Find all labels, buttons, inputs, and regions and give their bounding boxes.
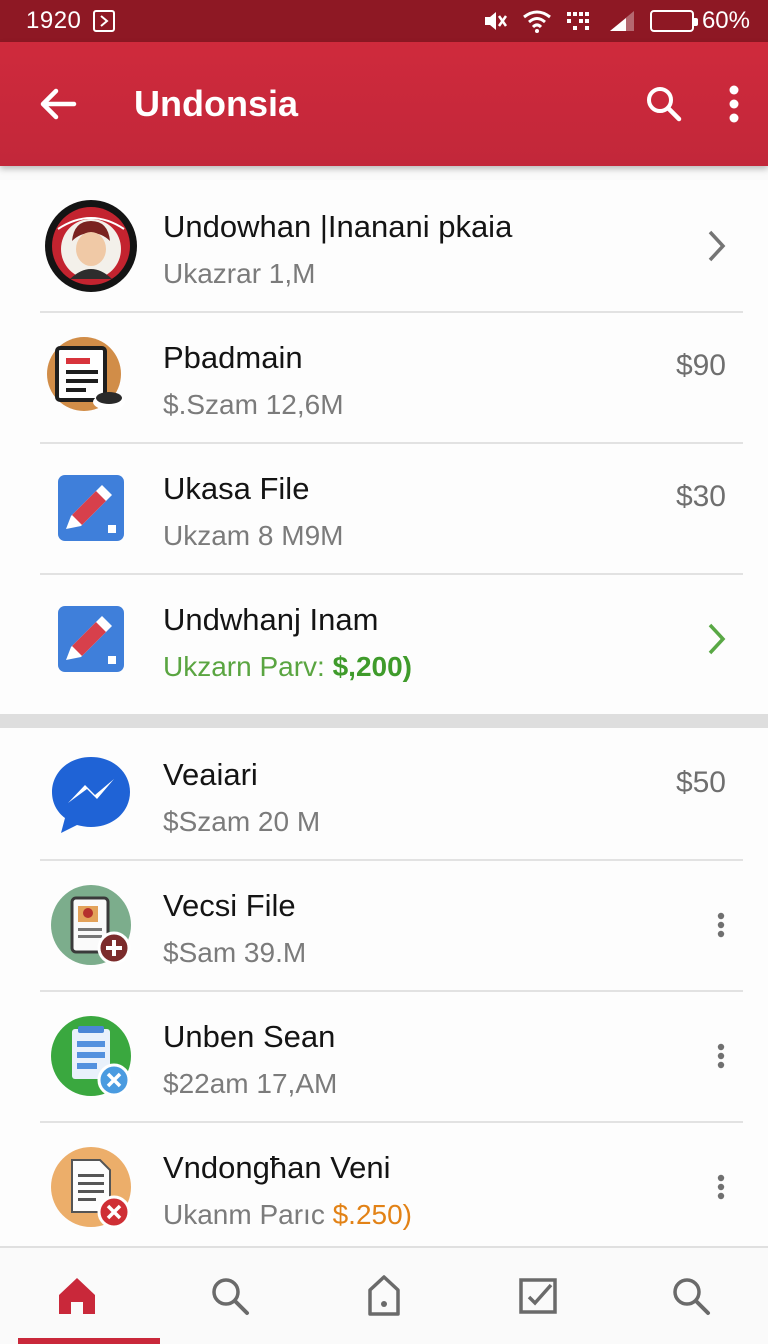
pen-file-icon [44, 592, 138, 686]
item-subtitle: Ukzarn Parv: $,200) [163, 649, 638, 685]
item-subtitle: $.Szam 12,6M [163, 389, 344, 420]
notes-cancel-icon [44, 1009, 138, 1103]
item-subtitle: $22am 17,AM [163, 1068, 338, 1099]
item-price: $90 [675, 349, 726, 383]
battery-percent: 60% [701, 7, 750, 34]
app-bar: Undonsia [0, 42, 768, 166]
bottom-navigation [0, 1246, 768, 1344]
item-title: Undwhanj Inam [163, 602, 379, 637]
messenger-icon [44, 747, 138, 841]
item-menu-button[interactable] [716, 1043, 726, 1069]
more-vert-icon [729, 85, 739, 123]
chevron-right-icon [708, 623, 726, 654]
list-item[interactable]: Unben Sean $22am 17,AM [0, 990, 768, 1121]
list-item[interactable]: Vndongħan Veni Ukanm Parıc $.250) [0, 1121, 768, 1252]
item-title: Ukasa File [163, 471, 310, 506]
battery-icon [649, 10, 698, 32]
item-title: Vecsi File [163, 888, 296, 923]
status-time: 1920 [26, 7, 82, 34]
search-icon [673, 1278, 711, 1315]
item-list-primary: Undowhan |Inanani pkaia Ukazrar 1,M Pbad… [0, 180, 768, 714]
list-item[interactable]: Undowhan |Inanani pkaia Ukazrar 1,M [0, 180, 768, 311]
more-vert-icon [717, 1174, 725, 1199]
item-menu-button[interactable] [716, 912, 726, 938]
item-subtitle: $Sam 39.M [163, 937, 307, 968]
search-button[interactable] [644, 84, 684, 124]
nav-search-2[interactable] [614, 1248, 768, 1344]
data-signal-icon [566, 9, 594, 33]
profile-portrait-icon [44, 199, 138, 293]
item-subtitle: Ukazrar 1,M [163, 258, 316, 289]
item-title: Pbadmain [163, 340, 303, 375]
item-subtitle: $Szam 20 M [163, 806, 321, 837]
document-delete-icon [44, 1140, 138, 1234]
search-icon [212, 1278, 250, 1315]
list-item[interactable]: Veaiari $Szam 20 M $50 [0, 728, 768, 859]
screen-cast-icon [93, 10, 116, 32]
item-subtitle-amount: $.250) [332, 1199, 413, 1230]
wifi-icon [522, 9, 552, 33]
cell-signal-icon [608, 9, 636, 33]
overflow-menu-button[interactable] [728, 84, 740, 124]
list-item[interactable]: Undwhanj Inam Ukzarn Parv: $,200) [0, 573, 768, 704]
item-open-button[interactable] [706, 622, 726, 656]
battery-indicator: 60% [649, 7, 750, 35]
more-vert-icon [717, 912, 725, 937]
nav-home[interactable] [0, 1248, 160, 1344]
home-icon [58, 1278, 95, 1314]
nav-document[interactable] [307, 1248, 461, 1344]
page-title: Undonsia [134, 83, 299, 124]
item-subtitle-prefix: Ukzarn Parv: [163, 651, 333, 682]
document-icon [368, 1275, 400, 1316]
arrow-left-icon [40, 88, 77, 120]
chevron-right-icon [708, 230, 726, 261]
back-button[interactable] [36, 82, 80, 126]
list-item[interactable]: Pbadmain $.Szam 12,6M $90 [0, 311, 768, 442]
section-divider [0, 714, 768, 728]
item-subtitle-prefix: Ukanm Parıc [163, 1199, 333, 1230]
item-subtitle: Ukzam 8 M9M [163, 520, 344, 551]
mute-icon [482, 8, 508, 34]
item-menu-button[interactable] [716, 1174, 726, 1200]
item-price: $50 [675, 766, 726, 800]
search-icon [647, 87, 682, 122]
pen-file-icon [44, 461, 138, 555]
clipboard-document-icon [44, 330, 138, 424]
item-title: Veaiari [163, 757, 258, 792]
item-open-button[interactable] [706, 229, 726, 263]
item-list-secondary: Veaiari $Szam 20 M $50 Vecsi File $Sam 3… [0, 728, 768, 1246]
list-item[interactable]: Ukasa File Ukzam 8 M9M $30 [0, 442, 768, 573]
item-title: Vndongħan Veni [163, 1150, 391, 1185]
check-square-icon [518, 1278, 557, 1314]
item-subtitle: Ukanm Parıc $.250) [163, 1197, 638, 1233]
more-vert-icon [717, 1043, 725, 1068]
phone-add-icon [44, 878, 138, 972]
item-title: Unben Sean [163, 1019, 336, 1054]
status-bar: 1920 60% [0, 0, 768, 42]
nav-checkbox[interactable] [461, 1248, 615, 1344]
item-subtitle-amount: $,200) [332, 651, 413, 682]
list-item[interactable]: Vecsi File $Sam 39.M [0, 859, 768, 990]
item-title: Undowhan |Inanani pkaia [163, 209, 513, 244]
nav-search[interactable] [154, 1248, 308, 1344]
item-price: $30 [675, 480, 726, 514]
